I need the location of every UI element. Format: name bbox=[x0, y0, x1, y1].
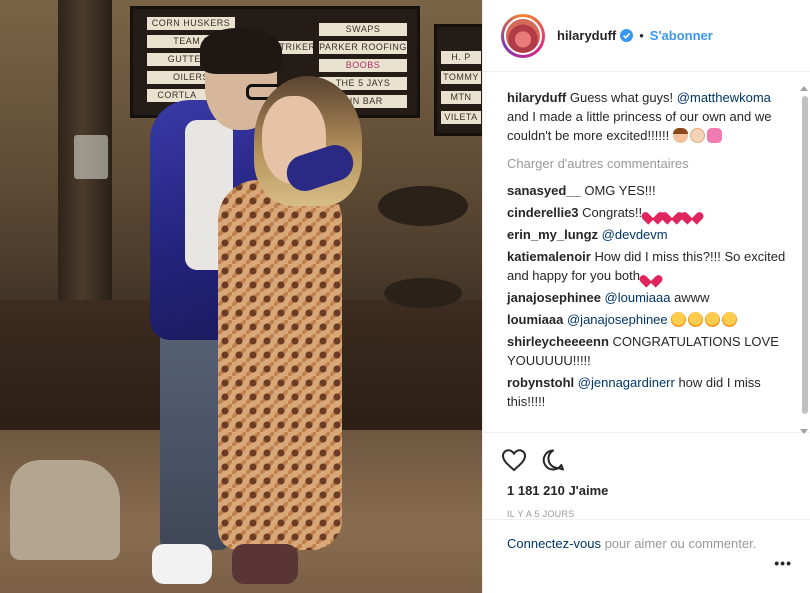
man-hair bbox=[200, 28, 282, 74]
caption-text: Guess what guys! bbox=[566, 90, 677, 105]
comment-text: OMG YES!!! bbox=[580, 183, 656, 198]
post-photo[interactable]: CORN HUSKERS TEAM 1 GUTTERS OILERS CORTL… bbox=[0, 0, 482, 593]
comment-mention[interactable]: @jennagardinerr bbox=[578, 375, 675, 390]
white-sneaker bbox=[152, 544, 212, 584]
bar-stool bbox=[384, 278, 462, 308]
comment-username[interactable]: cinderellie3 bbox=[507, 205, 579, 220]
heart-icon bbox=[665, 207, 679, 220]
header-username[interactable]: hilaryduff bbox=[557, 28, 616, 43]
glass-on-shelf bbox=[74, 135, 108, 179]
comment-mention[interactable]: @janajosephinee bbox=[567, 312, 668, 327]
league-scoreboard-right: H. P TOMMY MTN VILETA bbox=[434, 24, 482, 136]
scoreboard-tile: PARKER ROOFING bbox=[319, 41, 407, 54]
comment-username[interactable]: erin_my_lungz bbox=[507, 227, 598, 242]
login-link[interactable]: Connectez-vous bbox=[507, 536, 601, 551]
scoreboard-tile: VILETA bbox=[441, 111, 481, 124]
star-eyes-icon bbox=[722, 312, 738, 327]
caption-username[interactable]: hilaryduff bbox=[507, 90, 566, 105]
scroll-up-arrow-icon[interactable] bbox=[800, 86, 808, 91]
follow-button[interactable]: S'abonner bbox=[650, 28, 713, 43]
heart-outline-icon[interactable] bbox=[501, 448, 527, 472]
instagram-post: CORN HUSKERS TEAM 1 GUTTERS OILERS CORTL… bbox=[0, 0, 810, 593]
login-prompt-text: pour aimer ou commenter. bbox=[600, 536, 757, 551]
comment-item: cinderellie3 Congrats!! bbox=[507, 203, 786, 222]
comment-mention[interactable]: @loumiaaa bbox=[605, 290, 671, 305]
more-options-button[interactable]: ••• bbox=[774, 555, 792, 571]
heart-icon bbox=[685, 207, 699, 220]
comment-item: shirleycheeeenn CONGRATULATIONS LOVE YOU… bbox=[507, 332, 786, 370]
comment-username[interactable]: janajosephinee bbox=[507, 290, 601, 305]
comment-username[interactable]: loumiaaa bbox=[507, 312, 563, 327]
scoreboard-tile: TOMMY bbox=[441, 71, 481, 84]
star-eyes-icon bbox=[688, 312, 704, 327]
avatar-image bbox=[504, 16, 542, 55]
avatar[interactable] bbox=[501, 13, 545, 58]
post-actions bbox=[483, 432, 810, 474]
girl-emoji-icon bbox=[672, 128, 688, 143]
comment-item: janajosephinee @loumiaaa awww bbox=[507, 288, 786, 307]
comment-item: erin_my_lungz @devdevm bbox=[507, 225, 786, 244]
comment-item: sanasyed__ OMG YES!!! bbox=[507, 181, 786, 200]
comments-list[interactable]: hilaryduff Guess what guys! @matthewkoma… bbox=[483, 72, 810, 432]
post-caption: hilaryduff Guess what guys! @matthewkoma… bbox=[507, 88, 786, 145]
likes-count[interactable]: 1 181 210 J'aime bbox=[483, 474, 810, 498]
comment-bubble-icon[interactable] bbox=[541, 448, 565, 472]
baby-emoji-icon bbox=[689, 128, 705, 143]
comments-scrollbar[interactable] bbox=[800, 78, 810, 438]
scoreboard-tile: CORN HUSKERS bbox=[147, 17, 235, 30]
comment-item: robynstohl @jennagardinerr how did I mis… bbox=[507, 373, 786, 411]
bar-stool bbox=[378, 186, 468, 226]
scroll-down-arrow-icon[interactable] bbox=[800, 429, 808, 434]
scoreboard-tile: BOOBS bbox=[319, 59, 407, 72]
comment-text: Congrats!! bbox=[578, 205, 646, 220]
scoreboard-tile: H. P bbox=[441, 51, 481, 64]
comment-username[interactable]: robynstohl bbox=[507, 375, 574, 390]
star-eyes-icon bbox=[671, 312, 687, 327]
scoreboard-tile: MTN bbox=[441, 91, 481, 104]
comment-item: loumiaaa @janajosephinee bbox=[507, 310, 786, 329]
caption-mention[interactable]: @matthewkoma bbox=[677, 90, 771, 105]
comment-mention[interactable]: @devdevm bbox=[602, 227, 668, 242]
comment-username[interactable]: sanasyed__ bbox=[507, 183, 581, 198]
heart-icon bbox=[646, 207, 660, 220]
star-eyes-icon bbox=[705, 312, 721, 327]
comment-username[interactable]: katiemalenoir bbox=[507, 249, 591, 264]
verified-badge-icon bbox=[620, 29, 634, 42]
post-sidebar: hilaryduff • S'abonner hilaryduff Guess … bbox=[482, 0, 810, 593]
patterned-dress bbox=[218, 180, 342, 550]
login-prompt: Connectez-vous pour aimer ou commenter. bbox=[483, 519, 810, 593]
comment-text: awww bbox=[670, 290, 710, 305]
bag-on-floor bbox=[10, 460, 120, 560]
ribbon-emoji-icon bbox=[706, 128, 722, 143]
scrollbar-thumb[interactable] bbox=[802, 96, 808, 414]
comment-username[interactable]: shirleycheeeenn bbox=[507, 334, 609, 349]
caption-text: and I made a little princess of our own … bbox=[507, 109, 772, 143]
load-more-comments-button[interactable]: Charger d'autres commentaires bbox=[507, 156, 786, 171]
comment-item: katiemalenoir How did I miss this?!!! So… bbox=[507, 247, 786, 285]
header-separator: • bbox=[639, 28, 644, 43]
post-timestamp: IL Y A 5 JOURS bbox=[507, 509, 575, 519]
post-header: hilaryduff • S'abonner bbox=[483, 0, 810, 72]
bowling-shoe bbox=[232, 544, 298, 584]
heart-with-ribbon-icon bbox=[644, 270, 658, 283]
scoreboard-tile: SWAPS bbox=[319, 23, 407, 36]
